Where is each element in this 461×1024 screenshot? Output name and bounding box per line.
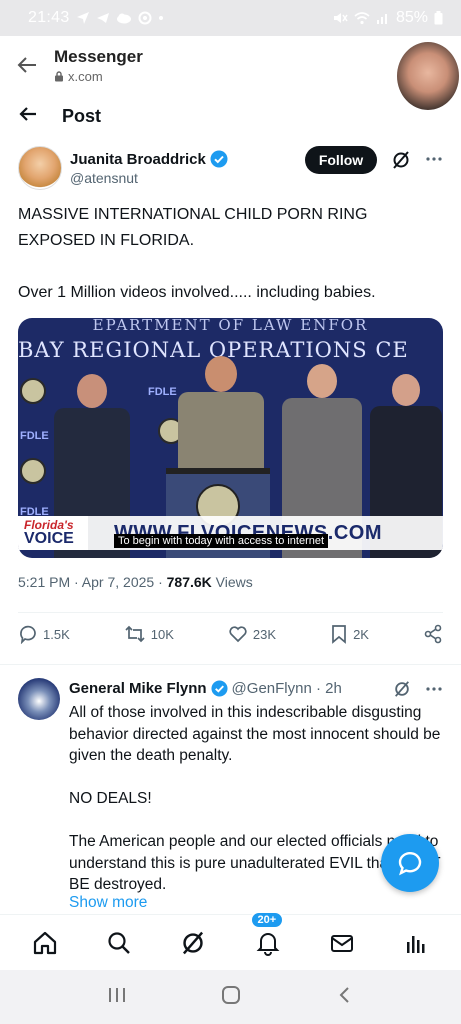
verified-badge-icon: [211, 680, 228, 697]
share-button[interactable]: [423, 624, 443, 644]
bottom-nav: 20+: [0, 910, 461, 970]
search-icon: [108, 931, 131, 954]
bell-icon: [256, 932, 279, 956]
more-horizontal-icon: [426, 157, 442, 161]
bookmark-icon: [332, 625, 346, 644]
home-system-button[interactable]: [220, 984, 242, 1011]
repost-button[interactable]: 10K: [124, 624, 174, 644]
signal-icon: [376, 11, 390, 25]
tweet-text: MASSIVE INTERNATIONAL CHILD PORN RING EX…: [18, 202, 443, 332]
logo-text-bottom: VOICE: [24, 530, 74, 547]
heart-icon: [229, 626, 247, 643]
mute-icon: [332, 11, 348, 25]
navigation-icon: [76, 11, 90, 25]
reply-author-handle[interactable]: @GenFlynn · 2h: [232, 680, 342, 697]
battery-level: 85%: [395, 9, 428, 26]
home-circle-icon: [222, 985, 241, 1004]
tweet-text-paragraph: MASSIVE INTERNATIONAL CHILD PORN RING EX…: [18, 206, 368, 249]
nav-notifications[interactable]: 20+: [248, 910, 288, 963]
nav-search[interactable]: [99, 923, 139, 963]
share-icon: [424, 624, 442, 644]
browser-back-button[interactable]: [0, 53, 54, 77]
nav-grok[interactable]: [173, 923, 213, 963]
arrow-left-icon: [19, 106, 36, 121]
mail-icon: [330, 934, 353, 952]
tweet-media[interactable]: EPARTMENT OF LAW ENFOR BAY REGIONAL OPER…: [18, 318, 443, 558]
grok-button[interactable]: [391, 150, 411, 175]
notifications-badge: 20+: [249, 910, 285, 929]
views-label: Views: [211, 574, 253, 590]
author-name[interactable]: Juanita Broaddrick: [70, 151, 206, 168]
tweet-meta: 5:21 PM · Apr 7, 2025 · 787.6K Views: [18, 574, 253, 590]
tweet-text-paragraph: Over 1 Million videos involved..... incl…: [18, 284, 376, 301]
telegram-icon: [96, 11, 110, 25]
browser-title: Messenger: [54, 46, 143, 66]
cloud-icon: [116, 12, 132, 24]
android-nav-bar: [0, 970, 461, 1024]
sync-icon: [138, 11, 152, 25]
browser-header: Messenger x.com: [0, 36, 461, 94]
back-system-button[interactable]: [335, 985, 355, 1010]
grok-icon: [393, 151, 409, 169]
more-horizontal-icon[interactable]: [425, 680, 443, 698]
more-options-button[interactable]: [425, 150, 443, 173]
reply-author-name[interactable]: General Mike Flynn: [69, 680, 207, 697]
recent-apps-button[interactable]: [106, 985, 128, 1010]
reply-avatar[interactable]: [18, 678, 60, 720]
browser-url: x.com: [54, 69, 143, 84]
verified-badge-icon: [210, 150, 228, 168]
reply-text: All of those involved in this indescriba…: [69, 702, 443, 917]
tweet-actions: 1.5K 10K 23K 2K: [18, 624, 443, 644]
browser-url-text: x.com: [68, 68, 103, 84]
follow-button[interactable]: Follow: [305, 146, 377, 174]
repost-count: 10K: [150, 626, 174, 642]
author-handle[interactable]: @atensnut: [70, 170, 228, 186]
divider: [18, 612, 443, 613]
post-back-button[interactable]: [18, 104, 40, 129]
status-time: 21:43: [28, 9, 70, 26]
lock-icon: [55, 70, 63, 81]
tweet-timestamp[interactable]: 5:21 PM · Apr 7, 2025 ·: [18, 574, 167, 590]
comment-icon: [20, 625, 36, 644]
compose-message-button[interactable]: [381, 834, 439, 892]
media-caption: To begin with today with access to inter…: [114, 534, 329, 548]
battery-icon: [434, 11, 443, 25]
like-button[interactable]: 23K: [228, 624, 276, 644]
bookmark-count: 2K: [353, 626, 369, 642]
author-avatar[interactable]: [18, 146, 62, 190]
repost-icon: [125, 625, 145, 643]
reply-text-paragraph: All of those involved in this indescriba…: [69, 704, 441, 764]
post-header: Post: [0, 94, 461, 138]
post-title: Post: [62, 105, 102, 126]
dot-icon: [158, 15, 164, 21]
recents-icon: [109, 987, 126, 1002]
media-banner-top: EPARTMENT OF LAW ENFOR: [92, 318, 369, 332]
media-fdle-text: FDLE: [148, 386, 177, 398]
media-seal: [20, 458, 46, 484]
views-count: 787.6K: [166, 574, 212, 590]
reply-count: 1.5K: [43, 626, 70, 642]
floridas-voice-logo: Florida's VOICE: [18, 516, 88, 550]
media-fdle-text: FDLE: [20, 430, 49, 442]
divider: [0, 664, 461, 665]
grok-icon: [183, 931, 204, 954]
tweet-author: Juanita Broaddrick @atensnut Follow: [18, 144, 443, 192]
nav-home[interactable]: [25, 923, 65, 963]
chat-bubble-icon: [398, 852, 422, 876]
nav-messages[interactable]: [322, 923, 362, 963]
chevron-left-icon: [339, 986, 349, 1003]
grok-icon[interactable]: [393, 680, 411, 698]
status-bar: 21:43 85%: [0, 0, 461, 36]
bookmark-button[interactable]: 2K: [330, 624, 369, 644]
bar-chart-icon: [406, 935, 425, 953]
like-count: 23K: [252, 626, 277, 642]
show-more-link[interactable]: Show more: [69, 894, 147, 912]
reply-button[interactable]: 1.5K: [18, 624, 70, 644]
arrow-left-icon: [17, 57, 36, 73]
nav-analytics[interactable]: [396, 923, 436, 963]
wifi-icon: [354, 11, 370, 25]
reply-text-paragraph: NO DEALS!: [69, 790, 152, 807]
media-seal: [20, 378, 46, 404]
home-icon: [33, 931, 57, 954]
